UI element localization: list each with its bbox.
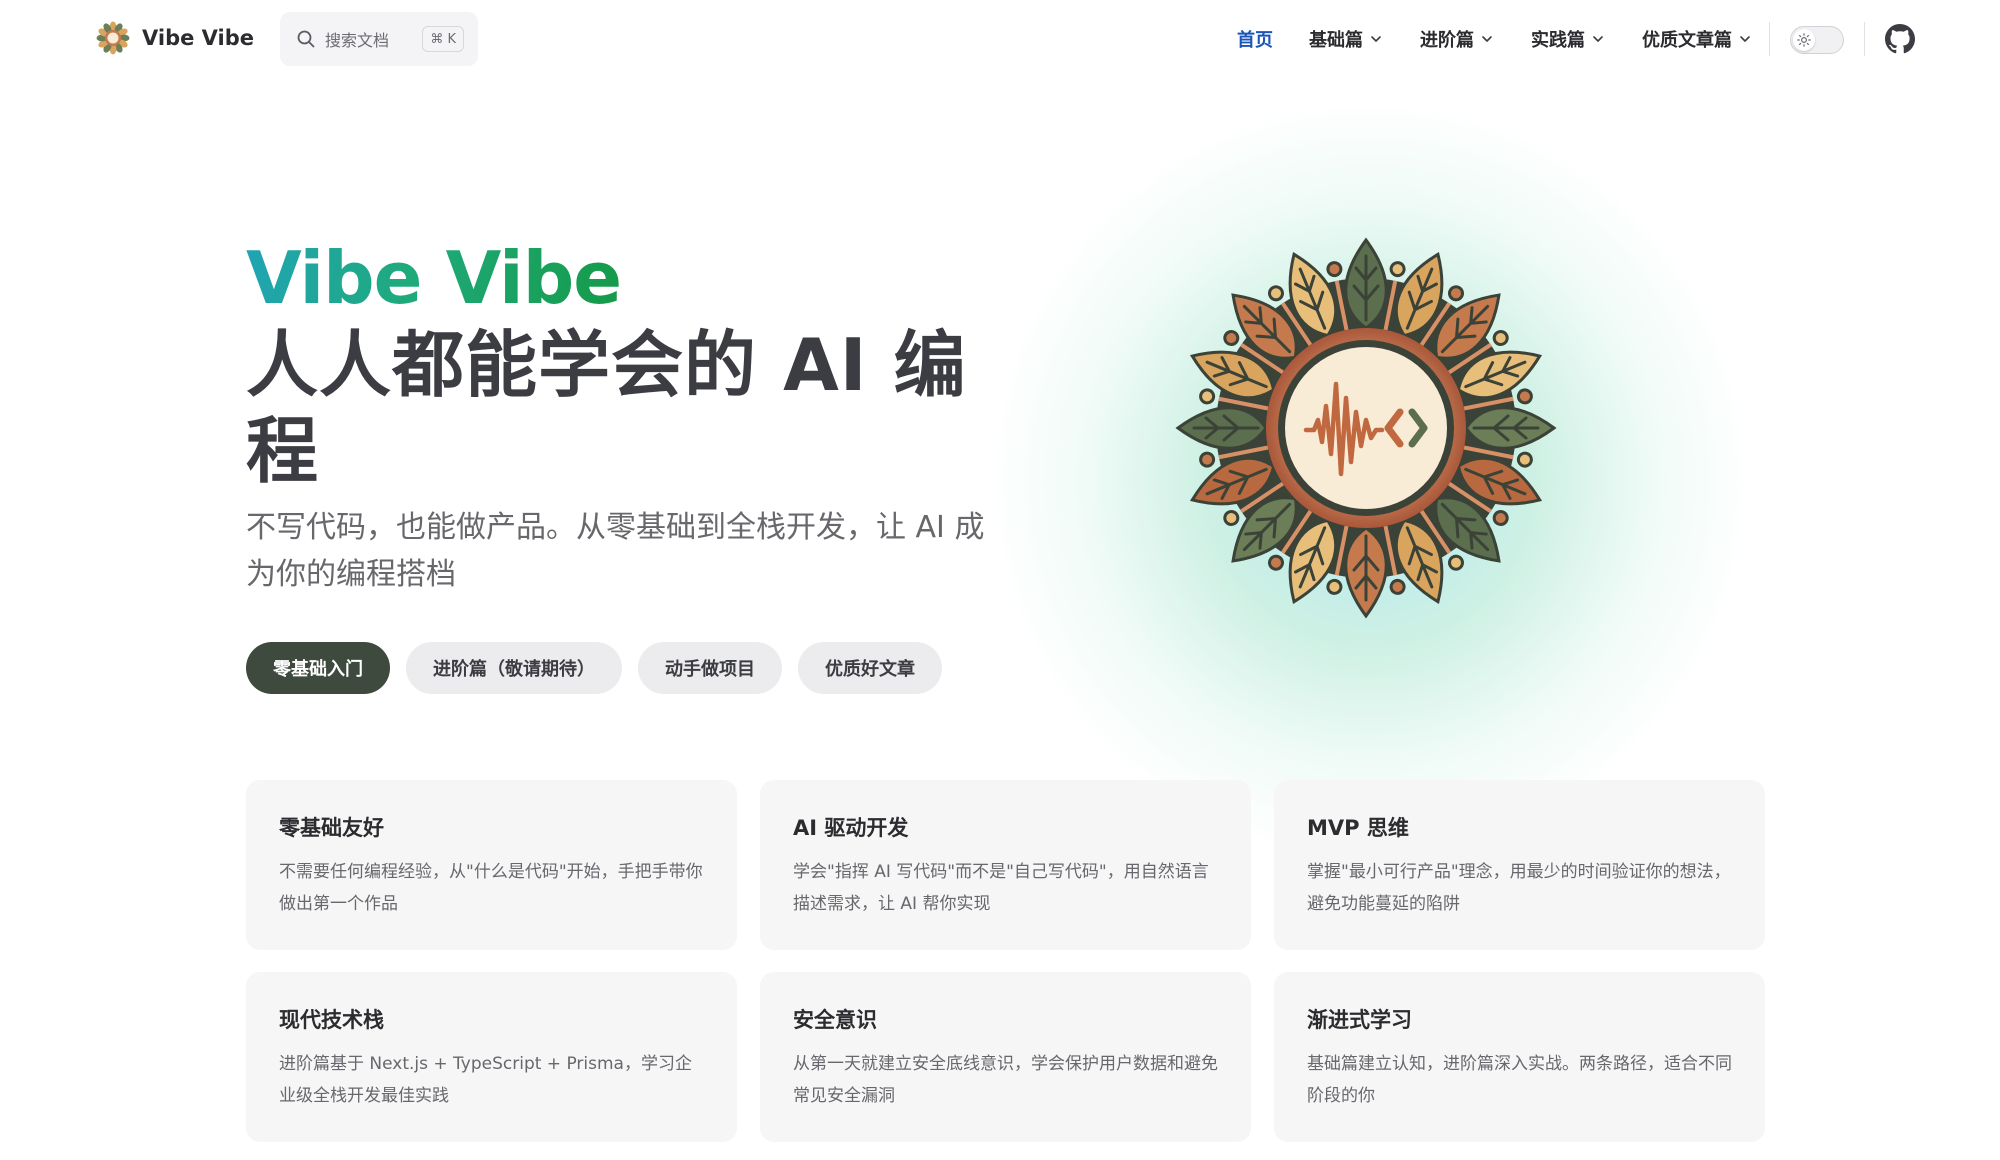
action-button-articles[interactable]: 优质好文章 (798, 642, 942, 694)
features-grid: 零基础友好 不需要任何编程经验，从"什么是代码"开始，手把手带你做出第一个作品 … (246, 780, 1766, 1142)
chevron-down-icon (1740, 36, 1750, 42)
nav-link-home[interactable]: 首页 (1237, 22, 1273, 56)
sun-icon (1797, 33, 1811, 47)
chevron-down-icon (1593, 36, 1603, 42)
theme-toggle-knob (1793, 29, 1815, 51)
hero-description: 不写代码，也能做产品。从零基础到全栈开发，让 AI 成为你的编程搭档 (246, 510, 985, 592)
action-button-advanced[interactable]: 进阶篇（敬请期待） (406, 642, 622, 694)
nav-menu-practice[interactable]: 实践篇 (1531, 22, 1605, 56)
feature-title: AI 驱动开发 (793, 816, 909, 840)
nav-divider (1769, 22, 1770, 56)
nav-divider (1864, 22, 1865, 56)
feature-details: 基础篇建立认知，进阶篇深入实战。两条路径，适合不同阶段的你 (1307, 1054, 1732, 1106)
site-logo-link[interactable]: Vibe Vibe (96, 20, 254, 56)
nav-menu-advanced[interactable]: 进阶篇 (1420, 22, 1494, 56)
site-title: Vibe Vibe (142, 26, 255, 50)
nav-link-label: 实践篇 (1531, 30, 1585, 51)
mandala-emblem-icon (1175, 237, 1557, 619)
feature-details: 不需要任何编程经验，从"什么是代码"开始，手把手带你做出第一个作品 (279, 862, 703, 914)
feature-card: 安全意识 从第一天就建立安全底线意识，学会保护用户数据和避免常见安全漏洞 (760, 972, 1251, 1142)
mandala-logo-icon (96, 21, 130, 55)
theme-toggle[interactable] (1790, 26, 1844, 54)
feature-title: MVP 思维 (1307, 816, 1409, 840)
feature-card: AI 驱动开发 学会"指挥 AI 写代码"而不是"自己写代码"，用自然语言描述需… (760, 780, 1251, 950)
hero-tagline: 人人都能学会的 AI 编程 (246, 323, 967, 493)
nav-link-label: 首页 (1237, 30, 1273, 51)
hero-name: Vibe Vibe (246, 236, 622, 320)
nav-link-label: 优质文章篇 (1642, 30, 1732, 51)
search-icon (297, 30, 315, 48)
nav-link-label: 基础篇 (1309, 30, 1363, 51)
nav-menu-articles[interactable]: 优质文章篇 (1642, 22, 1752, 56)
feature-card: 现代技术栈 进阶篇基于 Next.js + TypeScript + Prism… (246, 972, 737, 1142)
feature-title: 渐进式学习 (1307, 1008, 1412, 1032)
search-placeholder: 搜索文档 (325, 31, 390, 50)
feature-details: 进阶篇基于 Next.js + TypeScript + Prisma，学习企业… (279, 1054, 692, 1106)
feature-card: MVP 思维 掌握"最小可行产品"理念，用最少的时间验证你的想法，避免功能蔓延的… (1274, 780, 1765, 950)
chevron-down-icon (1482, 36, 1492, 42)
feature-details: 从第一天就建立安全底线意识，学会保护用户数据和避免常见安全漏洞 (793, 1054, 1218, 1106)
action-button-beginner[interactable]: 零基础入门 (246, 642, 390, 694)
nav-link-label: 进阶篇 (1420, 30, 1474, 51)
feature-details: 学会"指挥 AI 写代码"而不是"自己写代码"，用自然语言描述需求，让 AI 帮… (793, 862, 1209, 914)
feature-title: 现代技术栈 (279, 1008, 384, 1032)
search-button[interactable]: 搜索文档 ⌘ K (280, 12, 478, 66)
feature-details: 掌握"最小可行产品"理念，用最少的时间验证你的想法，避免功能蔓延的陷阱 (1307, 862, 1731, 914)
search-shortcut-badge: ⌘ K (422, 26, 464, 52)
chevron-down-icon (1371, 36, 1381, 42)
github-link[interactable] (1885, 24, 1915, 54)
action-button-projects[interactable]: 动手做项目 (638, 642, 782, 694)
feature-title: 安全意识 (793, 1008, 877, 1032)
hero-actions: 零基础入门 进阶篇（敬请期待） 动手做项目 优质好文章 (246, 642, 942, 694)
top-navbar: Vibe Vibe 搜索文档 ⌘ K 首页 基础篇 进阶篇 实践篇 优质文章篇 (0, 0, 2000, 80)
feature-card: 渐进式学习 基础篇建立认知，进阶篇深入实战。两条路径，适合不同阶段的你 (1274, 972, 1765, 1142)
nav-menu-basics[interactable]: 基础篇 (1309, 22, 1383, 56)
feature-card: 零基础友好 不需要任何编程经验，从"什么是代码"开始，手把手带你做出第一个作品 (246, 780, 737, 950)
github-icon (1885, 24, 1915, 54)
feature-title: 零基础友好 (279, 816, 384, 840)
